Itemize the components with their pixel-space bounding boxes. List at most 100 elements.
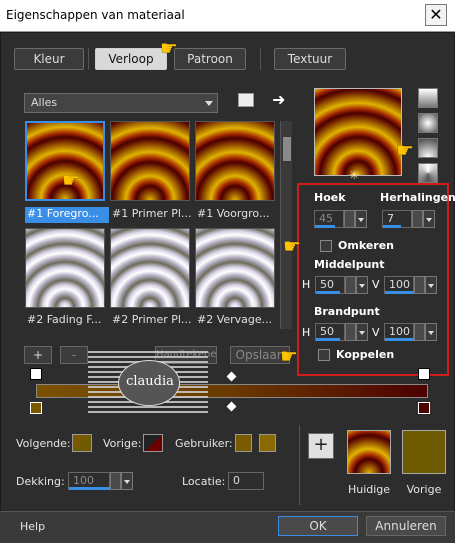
- value-bar: [383, 225, 401, 228]
- middelpunt-h-value: 50: [320, 278, 334, 291]
- dekking-dropdown[interactable]: [121, 472, 133, 490]
- gebruiker-label: Gebruiker:: [175, 437, 233, 450]
- color-stop-right[interactable]: [418, 402, 430, 414]
- pointing-hand-icon: ☛: [62, 168, 80, 192]
- radial-style-icon[interactable]: [418, 163, 438, 183]
- gradient-caption: #2 Fading F...: [27, 313, 102, 326]
- user-color-swatch[interactable]: [235, 434, 252, 452]
- help-button[interactable]: Help: [20, 520, 45, 533]
- middelpunt-v-input[interactable]: 100: [384, 276, 415, 294]
- tab-patroon[interactable]: Patroon: [174, 48, 246, 70]
- volgende-label: Volgende:: [16, 437, 71, 450]
- library-filter-value: Alles: [31, 96, 58, 109]
- value-bar: [316, 338, 340, 341]
- add-gradient-button[interactable]: +: [24, 346, 52, 364]
- gradient-thumb[interactable]: [25, 228, 105, 308]
- value-bar: [385, 291, 415, 294]
- library-scrollbar[interactable]: [280, 121, 292, 329]
- gradient-caption: #1 Voorgro...: [197, 207, 270, 220]
- chevron-down-icon: [205, 101, 213, 106]
- dekking-label: Dekking:: [16, 475, 65, 488]
- brandpunt-h-dropdown[interactable]: [356, 323, 368, 341]
- pointing-hand-icon: ☛: [396, 138, 414, 162]
- omkeren-checkbox[interactable]: [320, 240, 332, 252]
- ok-button[interactable]: OK: [278, 516, 358, 536]
- huidige-label: Huidige: [347, 483, 391, 496]
- locatie-label: Locatie:: [182, 475, 226, 488]
- scrollbar-thumb[interactable]: [283, 137, 291, 161]
- library-filter-select[interactable]: Alles: [24, 93, 218, 113]
- library-view-icon[interactable]: [238, 93, 254, 107]
- brandpunt-v-value: 100: [389, 325, 410, 338]
- dekking-stepper[interactable]: [110, 472, 121, 490]
- middelpunt-v-stepper[interactable]: [414, 276, 425, 294]
- gradient-caption: #1 Foregro...: [25, 207, 109, 223]
- dekking-input[interactable]: 100: [68, 472, 111, 490]
- gradient-caption: #2 Primer Pl...: [112, 313, 192, 326]
- color-stop-left[interactable]: [30, 402, 42, 414]
- brandpunt-v-dropdown[interactable]: [425, 323, 437, 341]
- middelpunt-v-dropdown[interactable]: [425, 276, 437, 294]
- close-button[interactable]: ✕: [425, 4, 447, 26]
- gradient-thumb[interactable]: [110, 228, 190, 308]
- middelpunt-h-stepper[interactable]: [345, 276, 356, 294]
- previous-preview[interactable]: [402, 430, 446, 474]
- hoek-dropdown[interactable]: [355, 210, 367, 228]
- gradient-thumb[interactable]: [110, 121, 190, 201]
- tab-kleur[interactable]: Kleur: [14, 48, 84, 70]
- koppelen-checkbox[interactable]: [318, 349, 330, 361]
- herhalingen-value: 7: [387, 212, 394, 225]
- next-gradient-swatch[interactable]: [72, 434, 92, 452]
- cancel-button[interactable]: Annuleren: [366, 516, 446, 536]
- herhalingen-stepper[interactable]: [412, 210, 423, 228]
- h-label: H: [302, 278, 311, 291]
- vorige-label: Vorige:: [103, 437, 142, 450]
- brandpunt-h-input[interactable]: 50: [315, 323, 345, 341]
- linear-style-icon[interactable]: [418, 88, 438, 108]
- opacity-stop-right[interactable]: [418, 368, 430, 380]
- middelpunt-v-value: 100: [389, 278, 410, 291]
- previous-gradient-swatch[interactable]: [143, 434, 163, 452]
- herhalingen-input[interactable]: 7: [382, 210, 412, 228]
- middelpunt-h-dropdown[interactable]: [356, 276, 368, 294]
- sunburst-style-icon[interactable]: [418, 138, 438, 158]
- center-marker-icon[interactable]: ✳: [349, 168, 359, 182]
- rectangular-style-icon[interactable]: [418, 113, 438, 133]
- brandpunt-label: Brandpunt: [314, 305, 380, 318]
- middelpunt-h-input[interactable]: 50: [315, 276, 345, 294]
- hoek-value: 45: [319, 212, 333, 225]
- opacity-stop-left[interactable]: [30, 368, 42, 380]
- hoek-input[interactable]: 45: [314, 210, 344, 228]
- brandpunt-h-stepper[interactable]: [345, 323, 356, 341]
- herhalingen-dropdown[interactable]: [423, 210, 435, 228]
- koppelen-label: Koppelen: [336, 348, 395, 361]
- watermark-text: claudia: [126, 374, 174, 389]
- hoek-label: Hoek: [314, 191, 346, 204]
- arrow-right-icon[interactable]: ➜: [272, 90, 285, 109]
- dekking-value: 100: [73, 474, 94, 487]
- gradient-thumb[interactable]: [195, 228, 275, 308]
- panel-divider: [299, 425, 300, 505]
- remove-gradient-button[interactable]: -: [60, 346, 88, 364]
- vorige-preview-label: Vorige: [406, 483, 442, 496]
- tab-textuur[interactable]: Textuur: [274, 48, 346, 70]
- value-bar: [315, 225, 335, 228]
- brandpunt-v-stepper[interactable]: [414, 323, 425, 341]
- value-bar: [316, 291, 340, 294]
- current-preview: [347, 430, 391, 474]
- user-color-swatch-2[interactable]: [259, 434, 276, 452]
- tab-separator: [88, 48, 89, 70]
- pointing-hand-icon: ☛: [283, 234, 301, 258]
- hoek-stepper[interactable]: [344, 210, 355, 228]
- pointing-hand-icon: ☛: [160, 36, 178, 60]
- locatie-input[interactable]: 0: [228, 472, 264, 490]
- omkeren-label: Omkeren: [338, 239, 395, 252]
- add-to-library-button[interactable]: +: [308, 433, 334, 459]
- pointing-hand-icon: ☛: [280, 344, 298, 368]
- brandpunt-v-input[interactable]: 100: [384, 323, 415, 341]
- gradient-preview[interactable]: [314, 88, 402, 176]
- v-label: V: [372, 278, 380, 291]
- tab-verloop[interactable]: Verloop: [95, 48, 167, 70]
- tab-separator: [260, 48, 261, 70]
- gradient-thumb[interactable]: [195, 121, 275, 201]
